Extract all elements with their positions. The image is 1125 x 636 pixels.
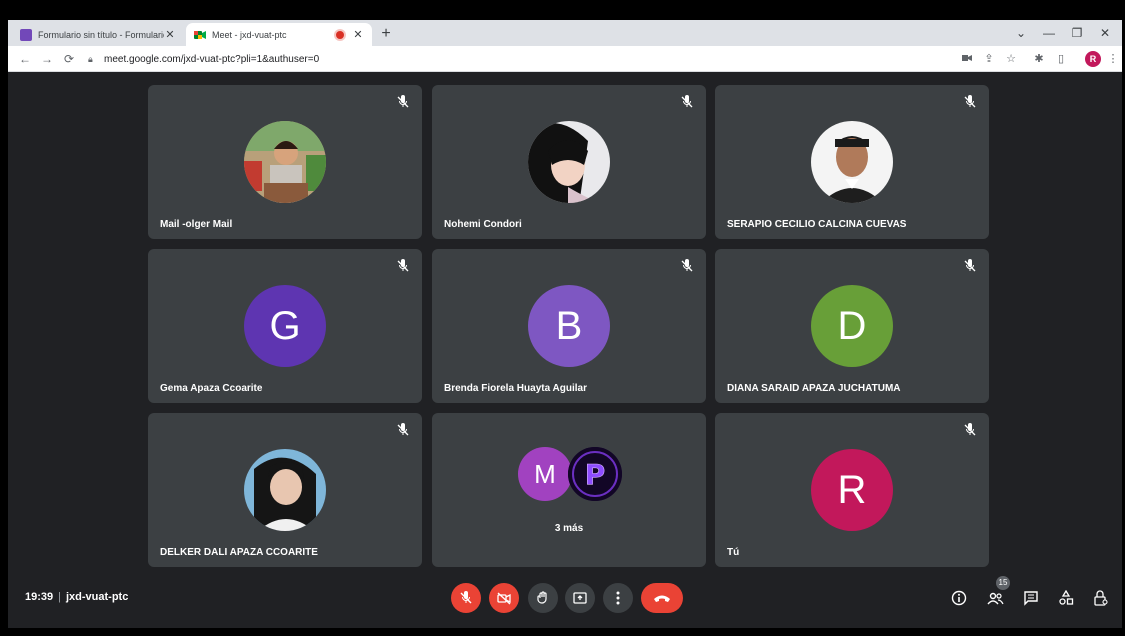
participant-tile[interactable]: DELKER DALI APAZA CCOARITE — [148, 413, 422, 567]
camera-toggle-button[interactable] — [489, 583, 519, 613]
mic-off-icon — [681, 95, 693, 108]
mic-off-icon — [964, 259, 976, 272]
screen: Formulario sin título - Formulario ✕ Mee… — [0, 0, 1125, 636]
host-controls-button[interactable] — [1090, 587, 1112, 609]
participant-name: Mail -olger Mail — [160, 219, 233, 230]
close-tab-icon[interactable]: ✕ — [352, 28, 364, 41]
meeting-info: 19:39 | jxd-vuat-ptc — [25, 591, 128, 603]
info-icon — [951, 590, 967, 606]
participant-name: Brenda Fiorela Huayta Aguilar — [444, 383, 587, 394]
participant-initial-avatar: B — [528, 285, 610, 367]
camera-off-icon — [497, 592, 511, 605]
tab-strip: Formulario sin título - Formulario ✕ Mee… — [8, 20, 1122, 46]
present-icon — [573, 592, 587, 604]
participant-photo — [244, 121, 326, 203]
mic-toggle-button[interactable] — [451, 583, 481, 613]
participant-count-badge: 15 — [996, 576, 1010, 590]
participant-tile[interactable]: SERAPIO CECILIO CALCINA CUEVAS — [715, 85, 989, 239]
participant-name: DELKER DALI APAZA CCOARITE — [160, 547, 318, 558]
participant-initial-avatar: D — [811, 285, 893, 367]
forward-icon[interactable]: → — [38, 50, 56, 68]
participant-name: Tú — [727, 547, 740, 558]
share-icon[interactable]: ⇪ — [980, 50, 998, 68]
avatar-letter: P — [585, 458, 606, 491]
mic-off-icon — [397, 259, 409, 272]
meet-icon — [194, 29, 206, 41]
participant-tile[interactable]: Nohemi Condori — [432, 85, 706, 239]
bookmark-star-icon[interactable]: ☆ — [1002, 50, 1020, 68]
meet-stage: Mail -olger Mail Nohemi Condori SERAPIO … — [8, 73, 1122, 628]
participant-tile[interactable]: G Gema Apaza Ccoarite — [148, 249, 422, 403]
browser-window: Formulario sin título - Formulario ✕ Mee… — [8, 20, 1122, 628]
hand-icon — [537, 591, 547, 604]
hang-up-icon — [654, 595, 670, 602]
recording-icon — [336, 30, 344, 39]
separator: | — [58, 591, 61, 603]
participant-name: Gema Apaza Ccoarite — [160, 383, 263, 394]
participant-initial-avatar: G — [244, 285, 326, 367]
close-window-button[interactable]: ✕ — [1092, 22, 1118, 44]
participant-photo — [811, 121, 893, 203]
mic-off-icon — [964, 95, 976, 108]
url-text: meet.google.com/jxd-vuat-ptc?pli=1&authu… — [104, 53, 320, 65]
profile-avatar[interactable]: R — [1085, 51, 1101, 67]
side-panel-icon[interactable]: ▯ — [1052, 50, 1070, 68]
mic-off-icon — [964, 423, 976, 436]
mic-off-icon — [460, 591, 472, 604]
forms-icon — [20, 28, 32, 41]
participant-photo — [244, 449, 326, 531]
tab-title: Formulario sin título - Formulario — [38, 29, 164, 40]
more-vert-icon — [616, 591, 620, 605]
camera-indicator-icon[interactable] — [958, 50, 976, 68]
participant-tile[interactable]: B Brenda Fiorela Huayta Aguilar — [432, 249, 706, 403]
tab-forms[interactable]: Formulario sin título - Formulario ✕ — [12, 23, 184, 46]
back-icon[interactable]: ← — [16, 50, 34, 68]
raise-hand-button[interactable] — [528, 583, 558, 613]
more-count-label: 3 más — [554, 523, 584, 534]
more-participants-tile[interactable]: M P 3 más — [432, 413, 706, 567]
address-bar[interactable]: 🔒︎ meet.google.com/jxd-vuat-ptc?pli=1&au… — [88, 49, 988, 69]
meeting-code: jxd-vuat-ptc — [66, 591, 129, 603]
participant-name: SERAPIO CECILIO CALCINA CUEVAS — [727, 219, 907, 230]
menu-kebab-icon[interactable]: ⋮ — [1104, 50, 1122, 68]
participant-photo — [528, 121, 610, 203]
participant-photo: P — [568, 447, 622, 501]
meeting-controls-bar: 19:39 | jxd-vuat-ptc 15 — [8, 575, 1122, 625]
tab-meet[interactable]: Meet - jxd-vuat-ptc ✕ — [186, 23, 372, 46]
mic-off-icon — [681, 259, 693, 272]
participant-initial-avatar: R — [811, 449, 893, 531]
mic-off-icon — [397, 423, 409, 436]
participant-name: DIANA SARAID APAZA JUCHATUMA — [727, 383, 901, 394]
close-tab-icon[interactable]: ✕ — [164, 28, 176, 41]
meeting-details-button[interactable] — [948, 587, 970, 609]
participant-tile[interactable]: Mail -olger Mail — [148, 85, 422, 239]
activities-icon — [1059, 590, 1074, 605]
leave-call-button[interactable] — [641, 583, 683, 613]
reload-icon[interactable]: ⟳ — [60, 50, 78, 68]
chat-button[interactable] — [1020, 587, 1042, 609]
activities-button[interactable] — [1055, 587, 1077, 609]
tab-title: Meet - jxd-vuat-ptc — [212, 29, 287, 40]
lock-person-icon — [1094, 590, 1108, 606]
more-avatars: M P — [432, 447, 706, 507]
meeting-time: 19:39 — [25, 591, 54, 603]
lock-icon: 🔒︎ — [88, 53, 93, 64]
people-button[interactable] — [984, 587, 1006, 609]
participant-tile[interactable]: D DIANA SARAID APAZA JUCHATUMA — [715, 249, 989, 403]
minimize-button[interactable]: — — [1036, 22, 1062, 44]
participant-name: Nohemi Condori — [444, 219, 522, 230]
more-options-button[interactable] — [603, 583, 633, 613]
chat-icon — [1024, 591, 1038, 606]
browser-toolbar: ← → ⟳ 🔒︎ meet.google.com/jxd-vuat-ptc?pl… — [8, 46, 1122, 72]
tab-search-icon[interactable]: ⌄ — [1008, 22, 1034, 44]
self-tile[interactable]: R Tú — [715, 413, 989, 567]
people-icon — [987, 592, 1004, 605]
new-tab-button[interactable]: + — [376, 24, 396, 44]
mic-off-icon — [397, 95, 409, 108]
present-screen-button[interactable] — [565, 583, 595, 613]
extensions-icon[interactable]: ✱ — [1030, 50, 1048, 68]
restore-button[interactable]: ❐ — [1064, 22, 1090, 44]
participant-initial-avatar: M — [518, 447, 572, 501]
